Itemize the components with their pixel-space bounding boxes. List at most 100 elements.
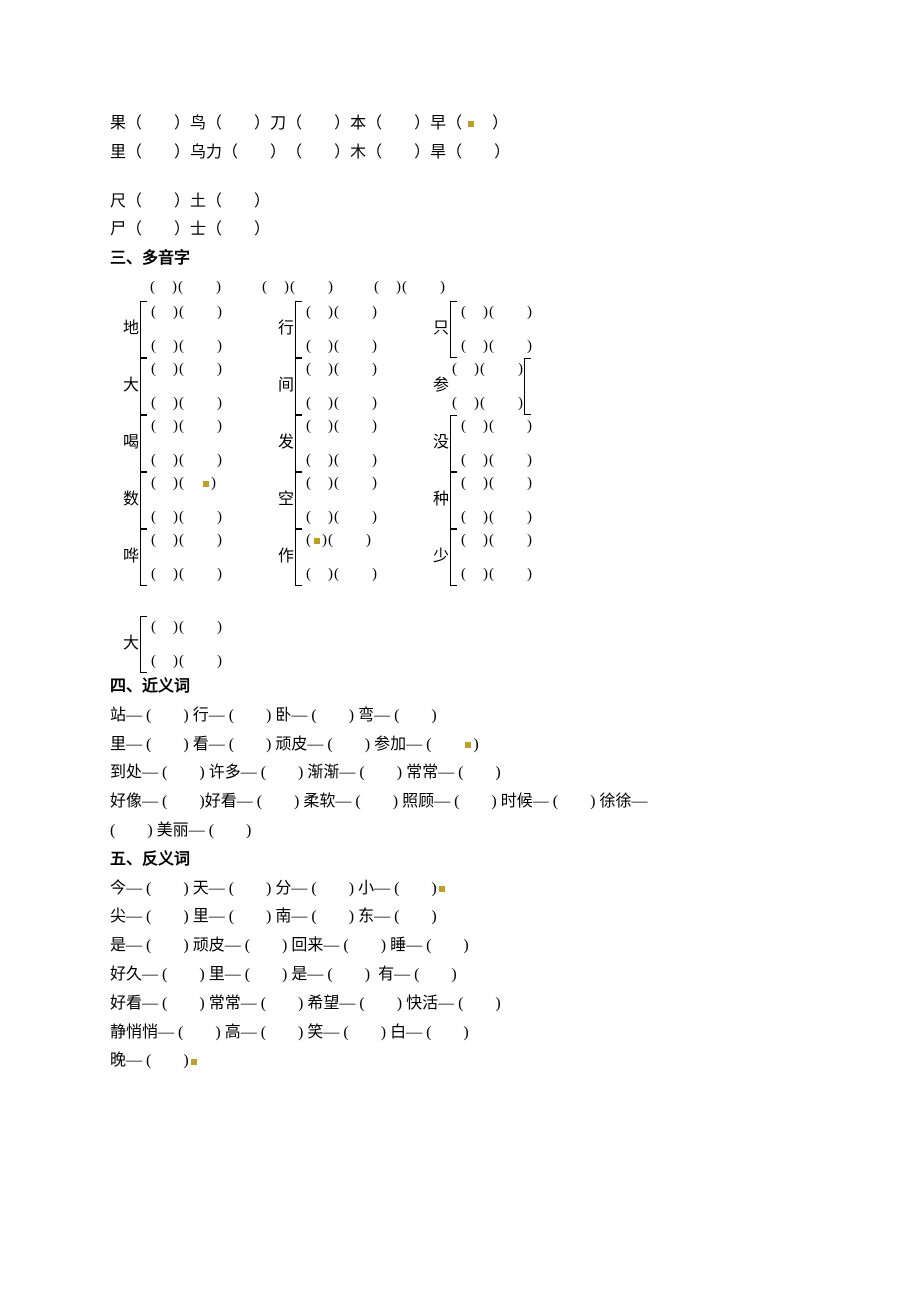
poly-char: 间 [277, 372, 295, 401]
synonym-block: 站 — ( ) 行 — ( ) 卧 — ( ) 弯 — ( ) 里 — ( ) … [110, 702, 840, 846]
word: 许多 [209, 759, 241, 788]
paren-blank: ( )( ) [461, 530, 533, 551]
section-4-title: 四、近义词 [110, 673, 840, 702]
char: 鸟 [190, 110, 206, 139]
word: 时候 [501, 788, 533, 817]
paren-blank: （ ） [446, 139, 510, 168]
bracket-icon [140, 358, 147, 415]
paren-blank: ( )( ) [306, 336, 378, 357]
poly-char: 大 [122, 372, 140, 401]
polyphonic-block: ( )( ) ( )( ) ( )( ) 地 ( )( ) ( )( ) 行 (… [110, 274, 840, 673]
bracket-icon [295, 301, 302, 358]
poly-group: 喝 ( )( ) ( )( ) [122, 415, 277, 472]
word: 小 [358, 875, 374, 904]
word: 分 [275, 875, 291, 904]
paren-blank: （ ） [366, 139, 430, 168]
paren-blank: ( )( ) [151, 359, 223, 380]
word: 参加 [374, 731, 406, 760]
word: 是 [291, 961, 307, 990]
word: 希望 [307, 990, 339, 1019]
paren-blank: ( )( ) [461, 336, 533, 357]
poly-row: 哗 ( )( ) ( )( ) 作 ()( ) ( )( ) 少 ( )( ) … [122, 529, 840, 586]
word: 晚 [110, 1047, 126, 1076]
paren-blank: ( )( ) [151, 651, 223, 672]
bracket-icon [450, 472, 457, 529]
paren-blank: ( )( ) [461, 302, 533, 323]
paren-blank: ( )( ) [461, 507, 533, 528]
poly-char: 作 [277, 543, 295, 572]
paren-blank: （ ） [286, 139, 350, 168]
word: 高 [225, 1019, 241, 1048]
poly-char: 空 [277, 486, 295, 515]
paren-blank: ( )( ) [306, 473, 378, 494]
paren-blank: （ ） [206, 110, 270, 139]
char: 早 [430, 110, 446, 139]
paren-blank: （ ） [206, 216, 270, 245]
poly-group: 行 ( )( ) ( )( ) [277, 301, 432, 358]
paren-blank: ( )( ) [262, 274, 334, 301]
poly-char: 发 [277, 429, 295, 458]
word: 行 [193, 702, 209, 731]
word: 照顾 [402, 788, 434, 817]
paren-blank: ( )( ) [151, 393, 223, 414]
char: 土 [190, 188, 206, 217]
word: 好像 [110, 788, 142, 817]
word: 里 [110, 731, 126, 760]
word: 尖 [110, 903, 126, 932]
word: 弯 [358, 702, 374, 731]
char: 尸 [110, 216, 126, 245]
bracket-icon [295, 358, 302, 415]
word: 是 [110, 932, 126, 961]
word: 看 [193, 731, 209, 760]
poly-header-row: ( )( ) ( )( ) ( )( ) [150, 274, 840, 301]
bracket-icon [295, 472, 302, 529]
word: 有 [378, 961, 394, 990]
poly-group: 参 ( )( ) ( )( ) [432, 358, 587, 415]
bracket-icon [140, 472, 147, 529]
word: 东 [358, 903, 374, 932]
paren-blank: ( )( ) [461, 450, 533, 471]
poly-group: 大 ( )( ) ( )( ) [122, 616, 277, 673]
char-pair-row: 里（ ） 乌力（ ） （ ） 木（ ） 旱（ ） [110, 139, 840, 168]
dot-marker [465, 742, 471, 748]
paren-blank: （ ） [126, 110, 190, 139]
paren-blank: ( )( ) [306, 359, 378, 380]
char: 尺 [110, 188, 126, 217]
poly-group: 大 ( )( ) ( )( ) [122, 358, 277, 415]
word: 美丽 [157, 817, 189, 846]
char: 刀 [270, 110, 286, 139]
synonym-row: 站 — ( ) 行 — ( ) 卧 — ( ) 弯 — ( ) [110, 702, 840, 731]
char: 果 [110, 110, 126, 139]
poly-row: 大 ( )( ) ( )( ) [122, 616, 840, 673]
poly-row: 数 ( )( ) ( )( ) 空 ( )( ) ( )( ) 种 ( )( )… [122, 472, 840, 529]
poly-group: 种 ( )( ) ( )( ) [432, 472, 587, 529]
char: 木 [350, 139, 366, 168]
word: 好看 [110, 990, 142, 1019]
paren-blank: ( )( ) [461, 416, 533, 437]
antonym-row: 是 — ( ) 顽皮 — ( ) 回来 — ( ) 睡 — ( ) [110, 932, 840, 961]
char-pair-row: 果（ ） 鸟（ ） 刀（ ） 本（ ） 早（ ） [110, 110, 840, 139]
antonym-row: 静悄悄 — ( ) 高 — ( ) 笑 — ( ) 白 — ( ) [110, 1019, 840, 1048]
dot-marker [439, 886, 445, 892]
poly-char: 哗 [122, 543, 140, 572]
poly-group: 哗 ( )( ) ( )( ) [122, 529, 277, 586]
dot-marker [191, 1059, 197, 1065]
paren-blank: （ ） [446, 110, 508, 139]
poly-char: 地 [122, 315, 140, 344]
char: 旱 [430, 139, 446, 168]
word: 徐徐 [599, 788, 631, 817]
poly-group: 数 ( )( ) ( )( ) [122, 472, 277, 529]
char: 乌力 [190, 139, 222, 168]
paren-blank: ( )( ) [306, 416, 378, 437]
paren-blank: ( )( ) [461, 564, 533, 585]
paren-blank: ()( ) [306, 530, 378, 551]
paren-blank: ( )( ) [306, 564, 378, 585]
poly-char: 种 [432, 486, 450, 515]
paren-blank: （ ） [126, 188, 190, 217]
paren-blank: （ ） [126, 139, 190, 168]
paren-blank: ( )( ) [151, 564, 223, 585]
paren-blank: ( )( ) [150, 274, 222, 301]
antonym-row: 好久 — ( ) 里 — ( ) 是 — ( ) 有 — ( ) [110, 961, 840, 990]
paren-blank: ( )( ) [306, 507, 378, 528]
paren-blank: （ ） [126, 216, 190, 245]
